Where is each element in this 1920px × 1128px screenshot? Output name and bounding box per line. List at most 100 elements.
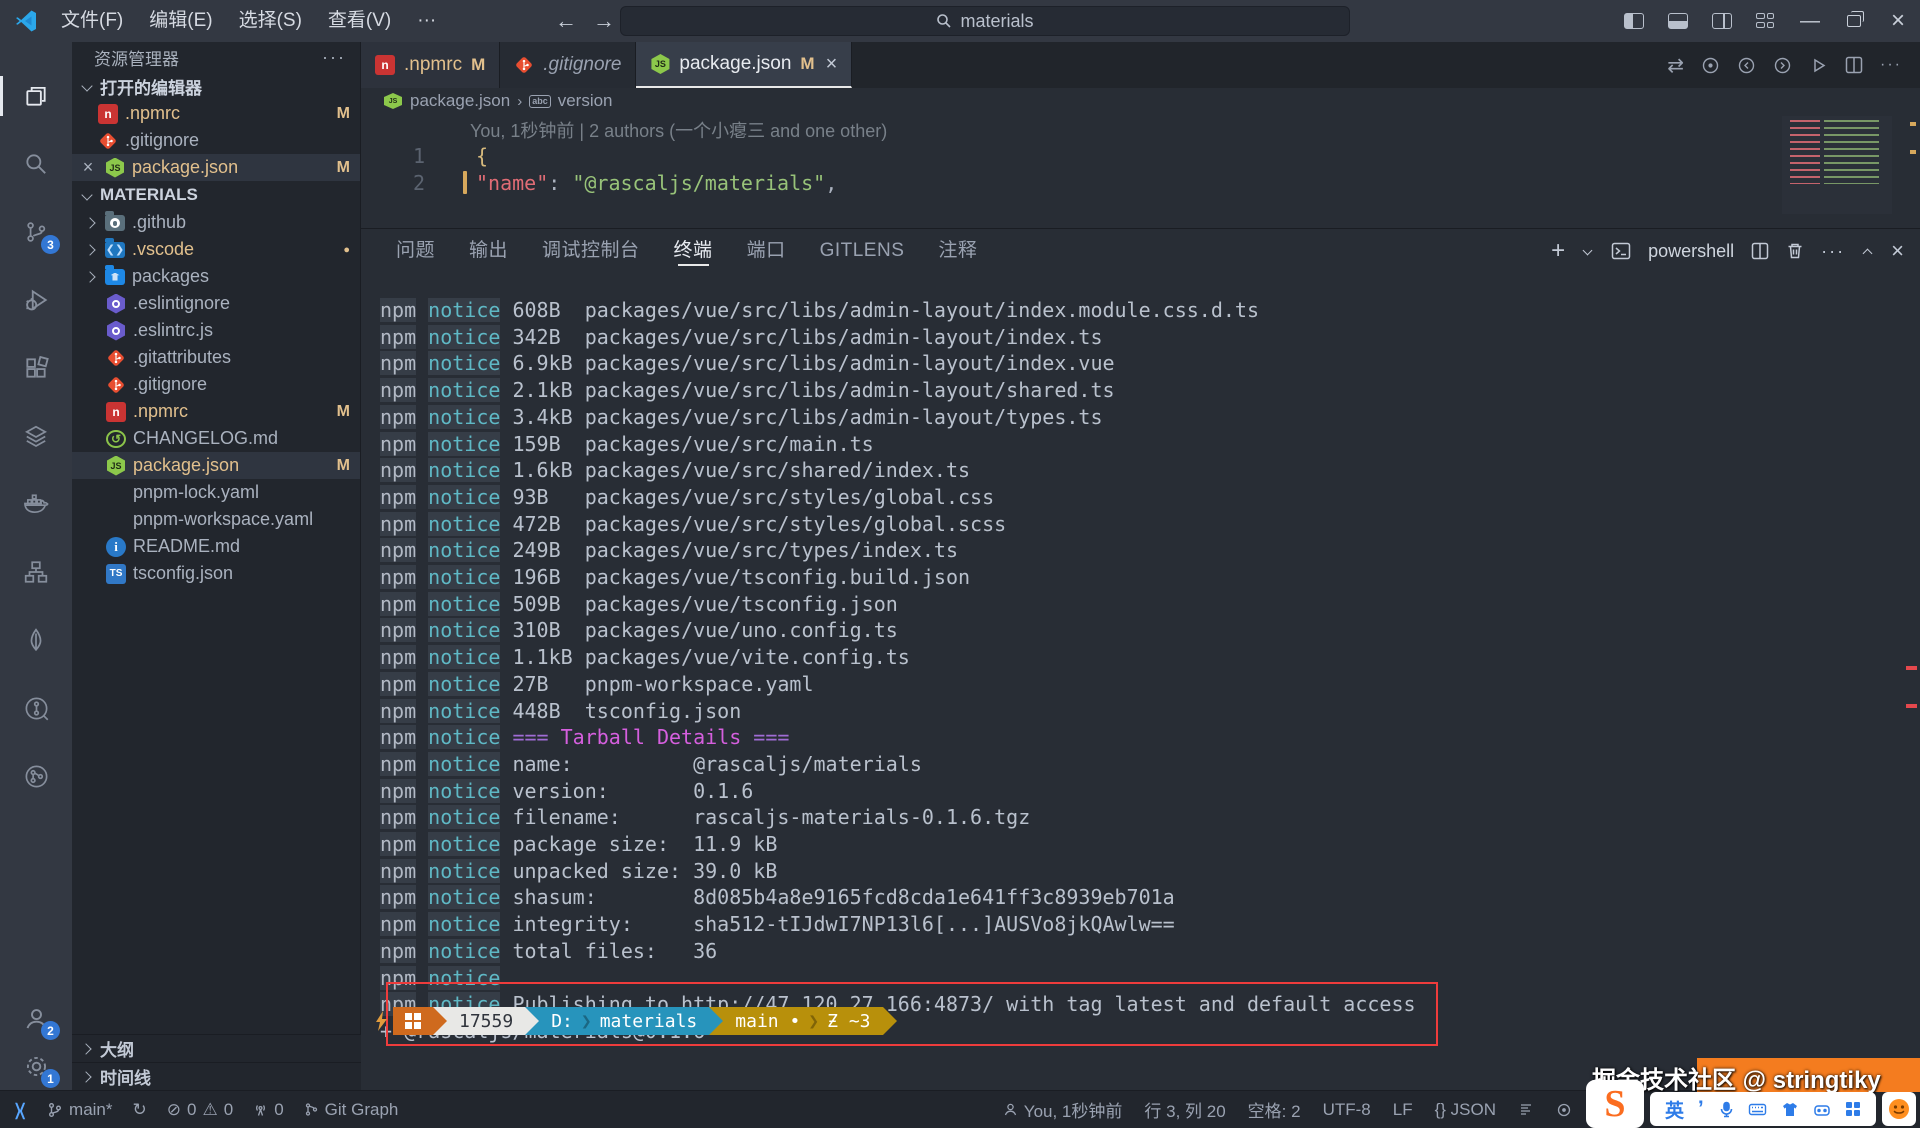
problems-item[interactable]: ⊘0 ⚠0 <box>167 1100 233 1120</box>
breadcrumb-file[interactable]: package.json <box>410 91 510 111</box>
ime-punctuation-toggle[interactable]: ’ <box>1698 1104 1704 1114</box>
activity-search-icon[interactable] <box>0 136 72 192</box>
cursor-position-item[interactable]: 行 3, 列 20 <box>1144 1097 1225 1122</box>
compare-changes-icon[interactable]: ⇄ <box>1667 53 1684 78</box>
toggle-sidebar-button[interactable] <box>1612 0 1656 42</box>
tree-item-tsconfig.json[interactable]: TStsconfig.json <box>72 560 360 587</box>
tree-item-.github[interactable]: .github <box>72 209 360 236</box>
run-file-icon[interactable] <box>1809 56 1828 75</box>
activity-git-graph-icon[interactable] <box>0 748 72 804</box>
menu-item-4[interactable]: ··· <box>404 0 449 42</box>
close-button[interactable]: × <box>1876 0 1920 42</box>
activity-remote-hierarchy-icon[interactable] <box>0 544 72 600</box>
maximize-panel-icon[interactable] <box>1862 245 1874 257</box>
open-editor-item-.npmrc[interactable]: n.npmrcM <box>72 100 360 127</box>
command-center-search[interactable]: materials <box>620 6 1350 36</box>
tree-item-.gitattributes[interactable]: .gitattributes <box>72 344 360 371</box>
editor-tab-.gitignore[interactable]: .gitignore <box>500 42 636 88</box>
ime-emoji-button[interactable] <box>1882 1092 1916 1126</box>
activity-settings-icon[interactable]: 1 <box>0 1038 72 1094</box>
code-line-2[interactable]: 2"name": "@rascaljs/materials", <box>361 169 1800 196</box>
eol-item[interactable]: LF <box>1393 1100 1413 1120</box>
breadcrumb-symbol[interactable]: version <box>558 91 613 111</box>
terminal-shell-label[interactable]: powershell <box>1648 241 1734 262</box>
open-editors-header[interactable]: 打开的编辑器 <box>72 72 360 100</box>
toggle-secondary-sidebar-button[interactable] <box>1700 0 1744 42</box>
tree-item-package.json[interactable]: JSpackage.jsonM <box>72 452 360 479</box>
git-branch-item[interactable]: main* <box>47 1100 112 1120</box>
outline-section[interactable]: 大纲 <box>72 1034 361 1062</box>
toggle-panel-button[interactable] <box>1656 0 1700 42</box>
kill-terminal-trash-icon[interactable] <box>1786 242 1804 260</box>
terminal-profile-dropdown-icon[interactable] <box>1582 245 1594 257</box>
prettier-icon[interactable] <box>1518 1102 1534 1118</box>
close-icon[interactable]: × <box>78 157 98 178</box>
sync-changes-item[interactable]: ↻ <box>133 1100 147 1120</box>
gitlens-annotate-icon[interactable] <box>1701 56 1720 75</box>
next-change-icon[interactable] <box>1773 56 1792 75</box>
activity-explorer-icon[interactable] <box>0 68 72 124</box>
tree-item-.eslintignore[interactable]: .eslintignore <box>72 290 360 317</box>
tree-item-.eslintrc.js[interactable]: .eslintrc.js <box>72 317 360 344</box>
nav-back-button[interactable]: ← <box>548 0 584 42</box>
menu-item-0[interactable]: 文件(F) <box>48 0 136 42</box>
timeline-section[interactable]: 时间线 <box>72 1062 361 1090</box>
tree-item-CHANGELOG.md[interactable]: ↺CHANGELOG.md <box>72 425 360 452</box>
breadcrumb[interactable]: JS package.json › abc version <box>361 88 1920 114</box>
customize-layout-button[interactable] <box>1744 0 1788 42</box>
ime-language-toggle[interactable]: 英 <box>1665 1096 1684 1123</box>
editor-tab-package.json[interactable]: JSpackage.jsonM× <box>636 42 852 88</box>
feedback-icon[interactable] <box>1556 1102 1572 1118</box>
code-line-1[interactable]: 1{ <box>361 142 1800 169</box>
menu-item-3[interactable]: 查看(V) <box>315 0 404 42</box>
encoding-item[interactable]: UTF-8 <box>1323 1100 1371 1120</box>
panel-tab-终端[interactable]: 终端 <box>674 229 713 273</box>
panel-tab-调试控制台[interactable]: 调试控制台 <box>542 229 640 273</box>
tree-item-pnpm-workspace.yaml[interactable]: pnpm-workspace.yaml <box>72 506 360 533</box>
panel-tab-GITLENS[interactable]: GITLENS <box>820 229 905 273</box>
activity-run-debug-icon[interactable] <box>0 272 72 328</box>
panel-tab-注释[interactable]: 注释 <box>938 229 977 273</box>
language-mode-item[interactable]: {} JSON <box>1435 1100 1496 1120</box>
tree-item-.gitignore[interactable]: .gitignore <box>72 371 360 398</box>
panel-tab-端口[interactable]: 端口 <box>747 229 786 273</box>
panel-tab-问题[interactable]: 问题 <box>396 229 435 273</box>
split-editor-icon[interactable] <box>1845 56 1863 74</box>
tree-item-.npmrc[interactable]: n.npmrcM <box>72 398 360 425</box>
more-actions-icon[interactable]: ··· <box>1880 56 1902 74</box>
minimize-button[interactable]: — <box>1788 0 1832 42</box>
editor-tab-.npmrc[interactable]: n.npmrcM <box>361 42 500 88</box>
ime-logo[interactable]: S <box>1586 1080 1644 1128</box>
open-editor-item-package.json[interactable]: ×JSpackage.jsonM <box>72 154 360 181</box>
previous-change-icon[interactable] <box>1737 56 1756 75</box>
gitlens-blame-item[interactable]: You, 1秒钟前 <box>1003 1097 1123 1122</box>
activity-gitlens-icon[interactable] <box>0 680 72 736</box>
ime-mic-icon[interactable] <box>1718 1101 1735 1118</box>
terminal-output[interactable]: npm notice 608B packages/vue/src/libs/ad… <box>380 297 1416 1045</box>
activity-source-control-icon[interactable]: 3 <box>0 204 72 260</box>
minimap[interactable] <box>1782 116 1892 214</box>
panel-tab-输出[interactable]: 输出 <box>469 229 508 273</box>
activity-docker-icon[interactable] <box>0 476 72 532</box>
close-icon[interactable]: × <box>826 53 838 76</box>
more-actions-icon[interactable]: ··· <box>322 47 346 68</box>
git-graph-item[interactable]: Git Graph <box>304 1100 399 1120</box>
restore-button[interactable] <box>1832 0 1876 42</box>
menu-item-1[interactable]: 编辑(E) <box>136 0 225 42</box>
remote-indicator[interactable]: >< <box>9 1102 30 1117</box>
ports-item[interactable]: 0 <box>253 1100 283 1120</box>
close-panel-icon[interactable]: × <box>1891 238 1904 264</box>
activity-extensions-icon[interactable] <box>0 340 72 396</box>
ime-grid-icon[interactable] <box>1845 1101 1861 1117</box>
project-root-header[interactable]: MATERIALS <box>72 181 360 209</box>
activity-mongodb-icon[interactable] <box>0 612 72 668</box>
tree-item-packages[interactable]: packages <box>72 263 360 290</box>
open-editor-item-.gitignore[interactable]: .gitignore <box>72 127 360 154</box>
new-terminal-button[interactable]: + <box>1551 241 1565 261</box>
tree-item-pnpm-lock.yaml[interactable]: pnpm-lock.yaml <box>72 479 360 506</box>
nav-forward-button[interactable]: → <box>586 0 622 42</box>
menu-item-2[interactable]: 选择(S) <box>226 0 315 42</box>
split-terminal-icon[interactable] <box>1751 242 1769 260</box>
ime-toolbox-icon[interactable] <box>1813 1101 1831 1118</box>
activity-layers-extension-icon[interactable] <box>0 408 72 464</box>
